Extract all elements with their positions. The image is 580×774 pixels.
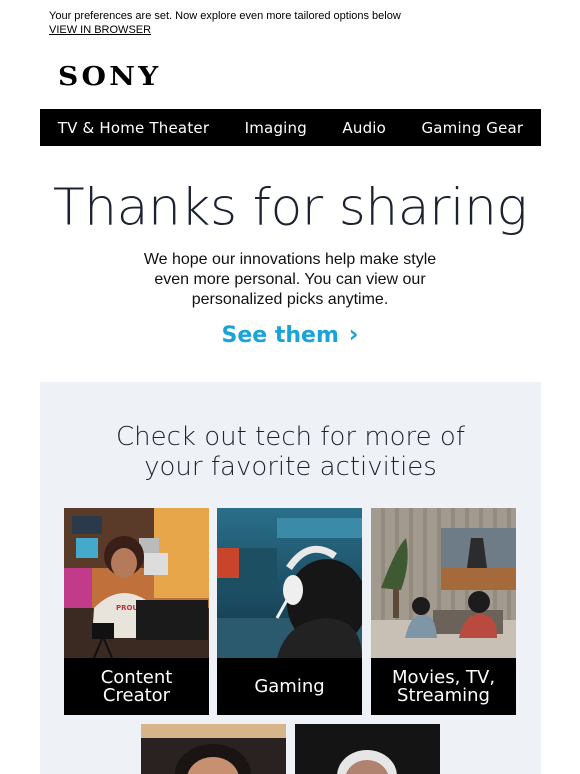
sony-logo[interactable]: SONY [58,62,161,92]
movies-tv-streaming-image [371,508,516,658]
chevron-right-icon: › [348,320,359,348]
activities-title-line1: Check out tech for more of [115,422,465,452]
tile-gaming-label: Gaming [217,658,362,715]
tile-row2-right[interactable] [295,724,440,774]
activities-title-line2: your favorite activities [144,452,437,482]
tile-label-line2: Creator [102,684,171,706]
see-them-label: See them [221,323,339,348]
tile-label-line2: Streaming [397,684,490,706]
tile-movies-tv-streaming[interactable]: Movies, TV, Streaming [371,508,516,715]
tile-label-line1: Content [100,666,173,688]
nav-item-audio[interactable]: Audio [342,119,386,137]
hero-body: We hope our innovations help make style … [143,251,437,308]
tile-label-line1: Movies, TV, [391,666,496,688]
nav-item-tv-home-theater[interactable]: TV & Home Theater [58,119,210,137]
tile-label-line1: Gaming [254,675,325,697]
tile-content-creator-label: Content Creator [64,658,209,715]
preheader: Your preferences are set. Now explore ev… [49,9,401,37]
view-in-browser-link[interactable]: VIEW IN BROWSER [49,23,401,37]
preheader-message: Your preferences are set. Now explore ev… [49,10,401,22]
tile-content-creator[interactable]: PROUD MAN Content Creator [64,508,209,715]
tile-movies-tv-streaming-label: Movies, TV, Streaming [371,658,516,715]
activities-panel: Check out tech for more of your favorite… [40,382,541,774]
nav-item-imaging[interactable]: Imaging [245,119,307,137]
tile-gaming[interactable]: Gaming [217,508,362,715]
hero-title: Thanks for sharing [52,178,528,238]
nav-item-gaming-gear[interactable]: Gaming Gear [421,119,523,137]
tile-row2-left[interactable] [141,724,286,774]
main-nav: TV & Home Theater Imaging Audio Gaming G… [40,109,541,146]
content-creator-image: PROUD MAN [64,508,209,658]
tile-row2-right-image [295,724,440,774]
tile-row2-left-image [141,724,286,774]
gaming-image [217,508,362,658]
activities-title: Check out tech for more of your favorite… [40,422,541,482]
see-them-link[interactable]: See them › [0,320,580,348]
